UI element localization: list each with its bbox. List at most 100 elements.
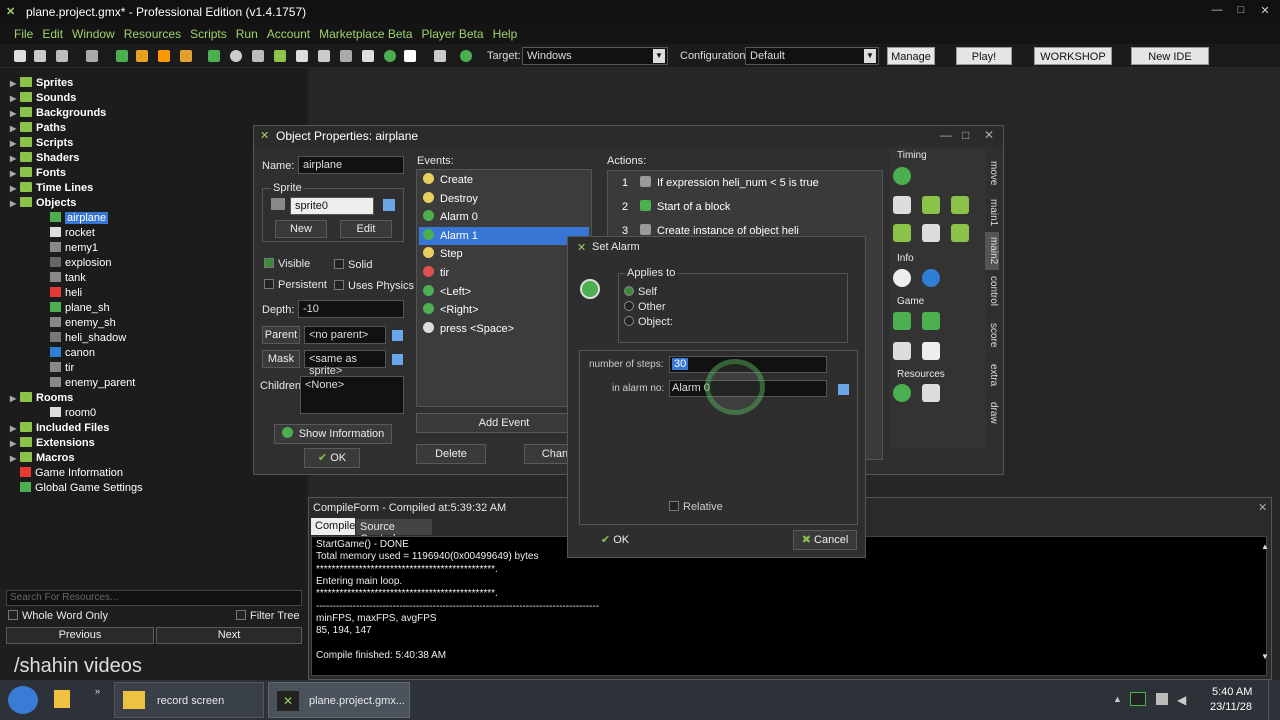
delete-event-button[interactable]: Delete — [416, 444, 486, 464]
expand-icon[interactable]: ▶ — [10, 106, 18, 121]
parent-button[interactable]: Parent — [262, 326, 300, 344]
tree-folder[interactable]: ▶ Scripts — [10, 136, 73, 151]
volume-icon[interactable]: ◀ — [1177, 693, 1186, 707]
name-field[interactable]: airplane — [298, 156, 404, 174]
sprite-new-button[interactable]: New — [275, 220, 327, 238]
tree-folder[interactable]: ▶ Sprites — [10, 76, 73, 91]
restart-game-icon[interactable] — [893, 312, 911, 330]
event-item[interactable]: Alarm 0 — [419, 208, 589, 226]
close-icon[interactable]: ✕ — [984, 128, 994, 142]
save-icon[interactable] — [56, 50, 68, 62]
menu-item[interactable]: Scripts — [190, 27, 227, 41]
event-item[interactable]: tir — [419, 264, 589, 282]
tab-compile[interactable]: Compile — [311, 518, 355, 535]
expand-icon[interactable]: ▶ — [10, 421, 18, 436]
stop-icon[interactable] — [158, 50, 170, 62]
expand-icon[interactable]: ▶ — [10, 121, 18, 136]
relative-checkbox[interactable]: Relative — [669, 501, 723, 513]
tree-item[interactable]: Game Information — [10, 466, 123, 481]
expand-icon[interactable]: ▶ — [10, 136, 18, 151]
new-project-icon[interactable] — [14, 50, 26, 62]
help-icon[interactable] — [460, 50, 472, 62]
whole-word-checkbox[interactable]: Whole Word Only — [8, 610, 108, 622]
event-item[interactable]: Create — [419, 171, 589, 189]
ok-button[interactable]: ✔ OK — [304, 448, 360, 468]
visible-checkbox[interactable]: Visible — [264, 258, 310, 270]
tree-item[interactable]: explosion — [40, 256, 111, 271]
replace-sprite-icon[interactable] — [893, 384, 911, 402]
tree-folder[interactable]: ▶ Paths — [10, 121, 66, 136]
expand-icon[interactable]: ▶ — [10, 91, 18, 106]
solid-checkbox[interactable]: Solid — [334, 259, 372, 271]
replace-background-icon[interactable] — [922, 384, 940, 402]
tree-folder[interactable]: ▶ Included Files — [10, 421, 109, 436]
expand-icon[interactable]: ▶ — [10, 451, 18, 466]
object-radio[interactable]: Object: — [624, 316, 673, 328]
event-item[interactable]: Destroy — [419, 190, 589, 208]
mask-field[interactable]: <same as sprite> — [304, 350, 386, 377]
timeline-position-icon[interactable] — [951, 196, 969, 214]
action-item[interactable]: 1 If expression heli_num < 5 is true — [610, 174, 878, 192]
timeline-icon[interactable] — [362, 50, 374, 62]
tree-item[interactable]: canon — [40, 346, 95, 361]
depth-field[interactable]: -10 — [298, 300, 404, 318]
tree-item[interactable]: heli_shadow — [40, 331, 126, 346]
shader-icon[interactable] — [318, 50, 330, 62]
load-game-icon[interactable] — [922, 342, 940, 360]
tree-item[interactable]: rocket — [40, 226, 95, 241]
timeline-start-icon[interactable] — [893, 224, 911, 242]
tree-folder[interactable]: ▶ Backgrounds — [10, 106, 106, 121]
expand-icon[interactable]: ▶ — [10, 181, 18, 196]
tray-expand-icon[interactable]: ▲ — [1113, 694, 1122, 704]
message-action-icon[interactable] — [893, 269, 911, 287]
tree-item[interactable]: nemy1 — [40, 241, 98, 256]
sprite-icon[interactable] — [208, 50, 220, 62]
search-input[interactable]: Search For Resources... — [6, 590, 302, 606]
taskbar-gamemaker[interactable]: ✕ plane.project.gmx... — [268, 682, 410, 718]
clean-icon[interactable] — [180, 50, 192, 62]
set-alarm-action-icon[interactable] — [893, 167, 911, 185]
maximize-icon[interactable]: □ — [1234, 4, 1248, 16]
palette-tab[interactable]: score — [985, 316, 999, 354]
room-icon[interactable] — [404, 50, 416, 62]
workshop-button[interactable]: WORKSHOP — [1034, 47, 1112, 65]
tree-folder[interactable]: ▶ Macros — [10, 451, 75, 466]
tree-folder[interactable]: ▶ Rooms — [10, 391, 73, 406]
sprite-edit-button[interactable]: Edit — [340, 220, 392, 238]
export-icon[interactable] — [86, 50, 98, 62]
timeline-action-icon[interactable] — [922, 196, 940, 214]
tree-item[interactable]: Global Game Settings — [10, 481, 143, 496]
tree-folder[interactable]: ▶ Objects — [10, 196, 76, 211]
manage-button[interactable]: Manage — [887, 47, 935, 65]
filter-tree-checkbox[interactable]: Filter Tree — [236, 610, 300, 622]
parent-menu-icon[interactable] — [392, 330, 403, 341]
target-select[interactable]: Windows ▼ — [522, 47, 668, 65]
path-icon[interactable] — [274, 50, 286, 62]
alarm-menu-icon[interactable] — [838, 384, 849, 395]
alarm-ok-button[interactable]: ✔ OK — [579, 530, 651, 550]
tree-item[interactable]: tir — [40, 361, 74, 376]
menu-item[interactable]: Help — [493, 27, 518, 41]
tree-item[interactable]: airplane — [40, 211, 109, 226]
expand-icon[interactable]: ▶ — [10, 76, 18, 91]
scroll-down-icon[interactable]: ▼ — [1261, 652, 1269, 661]
expand-icon[interactable]: » — [95, 686, 100, 696]
timeline-stop-icon[interactable] — [922, 224, 940, 242]
sprite-field[interactable]: sprite0 — [290, 197, 374, 215]
uses-physics-checkbox[interactable]: Uses Physics — [334, 280, 414, 292]
close-icon[interactable]: ✕ — [1258, 501, 1267, 514]
parent-field[interactable]: <no parent> — [304, 326, 386, 344]
palette-tab[interactable]: main1 — [985, 194, 999, 232]
palette-tab[interactable]: draw — [985, 394, 999, 432]
play-button[interactable]: Play! — [956, 47, 1012, 65]
add-event-button[interactable]: Add Event — [416, 413, 592, 433]
tree-folder[interactable]: ▶ Sounds — [10, 91, 76, 106]
start-button-icon[interactable] — [8, 686, 38, 714]
expand-icon[interactable]: ▶ — [10, 436, 18, 451]
expand-icon[interactable]: ▶ — [10, 151, 18, 166]
configuration-select[interactable]: Default ▼ — [745, 47, 879, 65]
minimize-icon[interactable]: — — [940, 128, 952, 142]
tree-folder[interactable]: ▶ Time Lines — [10, 181, 93, 196]
script-icon[interactable] — [296, 50, 308, 62]
save-game-icon[interactable] — [893, 342, 911, 360]
